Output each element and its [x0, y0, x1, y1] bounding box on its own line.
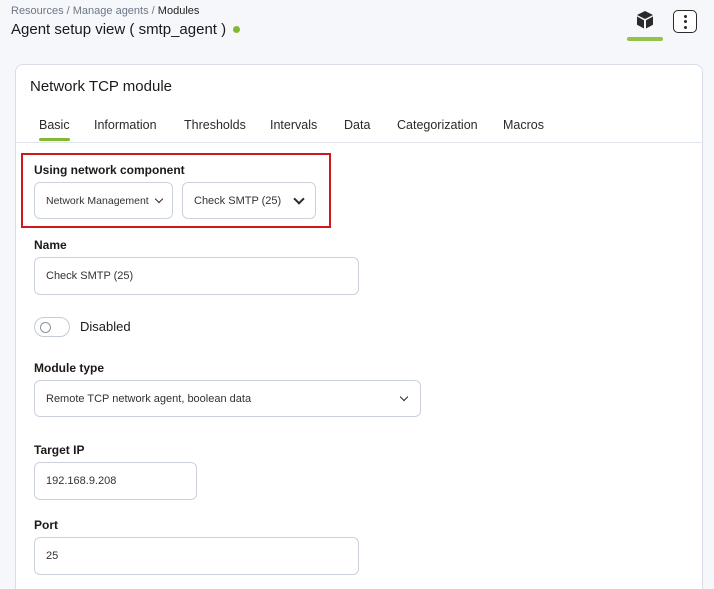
more-options-button[interactable]	[673, 10, 697, 33]
breadcrumb-current: Modules	[157, 5, 200, 17]
chevron-down-icon	[154, 194, 164, 203]
vertical-dots-icon	[683, 14, 687, 18]
name-label: Name	[34, 238, 67, 252]
active-view-indicator	[627, 37, 663, 41]
breadcrumb-item-resources[interactable]: Resources	[11, 5, 64, 17]
chevron-down-icon	[399, 392, 409, 401]
target-ip-label: Target IP	[34, 443, 85, 457]
tab-macros[interactable]: Macros	[503, 118, 544, 132]
name-input[interactable]: Check SMTP (25)	[34, 257, 359, 295]
info-icon[interactable]	[233, 26, 241, 33]
tab-thresholds[interactable]: Thresholds	[184, 118, 246, 132]
breadcrumb-separator: /	[66, 5, 70, 17]
disabled-toggle[interactable]	[34, 317, 70, 337]
target-ip-value: 192.168.9.208	[46, 475, 117, 487]
tab-basic[interactable]: Basic	[39, 118, 70, 141]
tab-categorization[interactable]: Categorization	[397, 118, 478, 132]
card-title: Network TCP module	[30, 78, 173, 95]
network-component-select[interactable]: Check SMTP (25)	[182, 182, 316, 219]
network-component-label: Using network component	[34, 163, 185, 177]
tab-intervals[interactable]: Intervals	[270, 118, 317, 132]
port-value: 25	[46, 550, 59, 562]
module-type-label: Module type	[34, 361, 105, 375]
breadcrumb-item-manage-agents[interactable]: Manage agents	[73, 5, 149, 17]
page-title: Agent setup view ( smtp_agent )	[11, 21, 241, 38]
toggle-knob	[40, 322, 51, 333]
network-group-select[interactable]: Network Management	[34, 182, 173, 219]
tab-information[interactable]: Information	[94, 118, 157, 132]
breadcrumb-separator: /	[151, 5, 155, 17]
chevron-down-icon	[293, 192, 305, 205]
target-ip-input[interactable]: 192.168.9.208	[34, 462, 197, 500]
network-group-value: Network Management	[46, 194, 149, 207]
name-value: Check SMTP (25)	[46, 270, 134, 282]
module-type-value: Remote TCP network agent, boolean data	[46, 392, 252, 405]
tab-data[interactable]: Data	[344, 118, 370, 132]
port-input[interactable]: 25	[34, 537, 359, 575]
disabled-label: Disabled	[80, 319, 131, 334]
page-title-text: Agent setup view ( smtp_agent )	[11, 21, 227, 38]
cube-icon[interactable]	[634, 9, 656, 31]
tab-bar: Basic Information Thresholds Intervals D…	[16, 117, 702, 143]
port-label: Port	[34, 518, 58, 532]
module-type-select[interactable]: Remote TCP network agent, boolean data	[34, 380, 421, 417]
network-component-value: Check SMTP (25)	[194, 194, 282, 207]
breadcrumb: Resources / Manage agents / Modules	[11, 5, 199, 17]
